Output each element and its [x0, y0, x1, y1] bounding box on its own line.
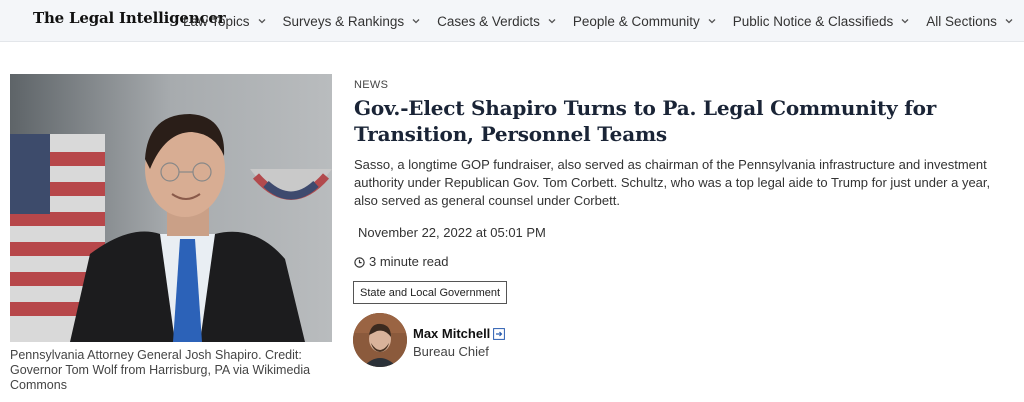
author-title: Bureau Chief	[413, 344, 489, 359]
author-avatar[interactable]	[353, 313, 407, 367]
nav-item-people-community[interactable]: People & Community	[573, 14, 718, 29]
article-hero-image[interactable]	[10, 74, 332, 342]
chevron-down-icon	[1003, 15, 1015, 27]
chevron-down-icon	[546, 15, 558, 27]
author-name[interactable]: Max Mitchell	[413, 326, 506, 341]
article-summary: Sasso, a longtime GOP fundraiser, also s…	[354, 157, 991, 208]
top-nav-bar: The Legal Intelligencer Law Topics Surve…	[0, 0, 1024, 42]
author-name-label: Max Mitchell	[413, 326, 491, 341]
image-caption: Pennsylvania Attorney General Josh Shapi…	[10, 348, 311, 392]
nav-menu: Law Topics Surveys & Rankings Cases & Ve…	[183, 0, 1024, 42]
nav-item-cases-verdicts[interactable]: Cases & Verdicts	[437, 14, 558, 29]
nav-item-label: Law Topics	[183, 13, 250, 29]
chevron-down-icon	[899, 15, 911, 27]
read-time: 3 minute read	[354, 254, 449, 269]
chevron-down-icon	[410, 15, 422, 27]
nav-item-surveys-rankings[interactable]: Surveys & Rankings	[283, 14, 423, 29]
nav-item-law-topics[interactable]: Law Topics	[183, 14, 268, 29]
article-headline[interactable]: Gov.-Elect Shapiro Turns to Pa. Legal Co…	[354, 95, 994, 147]
nav-item-label: Cases & Verdicts	[437, 13, 540, 29]
nav-item-public-notice[interactable]: Public Notice & Classifieds	[733, 14, 912, 29]
nav-item-label: All Sections	[926, 13, 997, 29]
chevron-down-icon	[706, 15, 718, 27]
read-time-label: 3 minute read	[369, 254, 449, 269]
topic-tag[interactable]: State and Local Government	[353, 281, 508, 304]
clock-icon	[354, 256, 365, 268]
nav-item-label: Public Notice & Classifieds	[732, 13, 894, 29]
chevron-down-icon	[256, 15, 268, 27]
publish-date: November 22, 2022 at 05:01 PM	[358, 225, 546, 240]
nav-item-label: People & Community	[572, 13, 700, 29]
article-kicker[interactable]: NEWS	[354, 79, 388, 91]
nav-item-all-sections[interactable]: All Sections	[926, 14, 1015, 29]
nav-item-label: Surveys & Rankings	[282, 13, 405, 29]
profile-link-icon[interactable]	[493, 327, 506, 340]
